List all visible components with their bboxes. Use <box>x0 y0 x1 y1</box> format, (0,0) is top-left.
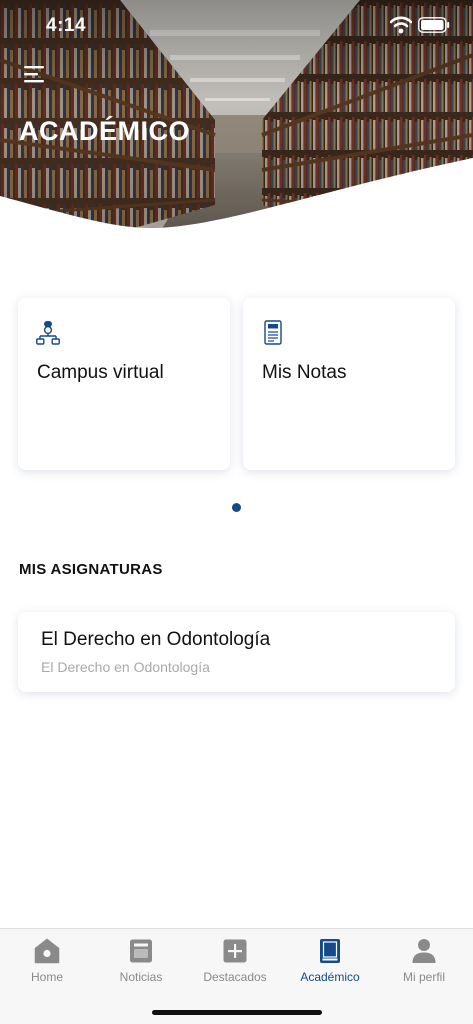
card-label: Campus virtual <box>37 362 164 383</box>
tab-label: Home <box>30 970 63 984</box>
home-icon <box>34 938 60 964</box>
tab-bar: Home Noticias Destacados Académico Mi pe… <box>0 928 473 1024</box>
tab-home[interactable]: Home <box>0 929 94 995</box>
tab-academico[interactable]: Académico <box>283 929 377 995</box>
subject-card[interactable]: El Derecho en Odontología El Derecho en … <box>18 612 455 692</box>
subject-subtitle: El Derecho en Odontología <box>41 659 210 675</box>
campus-virtual-card[interactable]: Campus virtual <box>18 298 230 470</box>
quick-access-cards: Campus virtual Mis Notas <box>18 298 455 470</box>
status-time: 4:14 <box>46 15 87 36</box>
tab-label: Destacados <box>203 970 267 984</box>
section-title: MIS ASIGNATURAS <box>19 561 163 578</box>
pagination-dot <box>232 503 241 512</box>
person-icon <box>412 939 436 963</box>
book-icon <box>320 939 340 963</box>
tab-label: Académico <box>300 970 360 984</box>
campus-network-icon <box>36 321 60 345</box>
grades-document-icon <box>264 320 282 345</box>
card-label: Mis Notas <box>262 362 347 383</box>
status-bar: 4:14 <box>0 0 473 52</box>
home-indicator <box>152 1010 322 1015</box>
mis-notas-card[interactable]: Mis Notas <box>243 298 455 470</box>
subject-title: El Derecho en Odontología <box>41 629 271 650</box>
page-title: ACADÉMICO <box>19 116 190 146</box>
menu-icon[interactable] <box>24 64 48 84</box>
tab-label: Mi perfil <box>402 970 445 984</box>
news-icon <box>130 939 152 963</box>
tab-mi-perfil[interactable]: Mi perfil <box>377 929 471 995</box>
plus-square-icon <box>223 939 247 963</box>
header: 4:14 ACADÉMICO <box>0 0 473 232</box>
wifi-icon <box>390 16 412 34</box>
tab-noticias[interactable]: Noticias <box>94 929 188 995</box>
tab-destacados[interactable]: Destacados <box>188 929 282 995</box>
battery-icon <box>418 17 450 33</box>
tab-label: Noticias <box>119 970 163 984</box>
